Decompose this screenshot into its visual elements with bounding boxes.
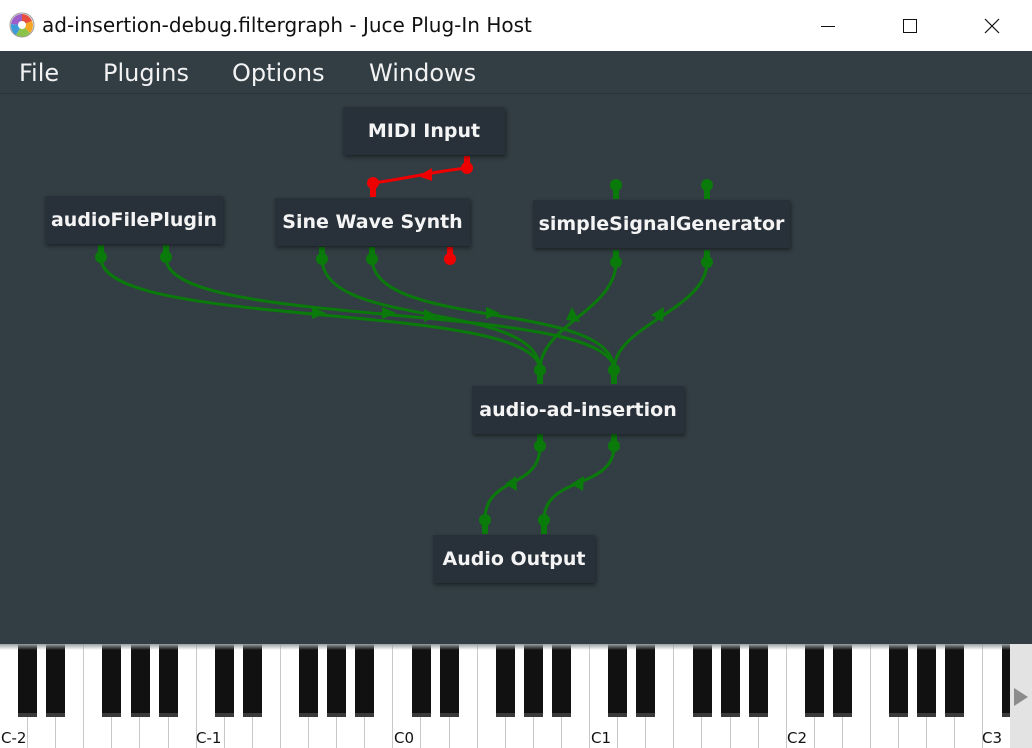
node-sine-wave-synth[interactable]: Sine Wave Synth (275, 198, 470, 246)
black-key[interactable] (242, 644, 262, 717)
black-key[interactable] (46, 644, 66, 717)
menu-bar: File Plugins Options Windows (0, 51, 1032, 94)
black-key[interactable] (889, 644, 909, 717)
black-key[interactable] (945, 644, 965, 717)
node-audio-output[interactable]: Audio Output (433, 535, 595, 583)
black-key[interactable] (130, 644, 150, 717)
black-key[interactable] (214, 644, 234, 717)
black-key[interactable] (158, 644, 178, 717)
close-icon (984, 18, 1000, 33)
maximize-icon (903, 18, 917, 33)
menu-plugins[interactable]: Plugins (103, 59, 189, 87)
close-button[interactable] (952, 0, 1032, 51)
node-simple-signal-generator[interactable]: simpleSignalGenerator (533, 200, 790, 248)
chevron-right-icon (1014, 688, 1028, 706)
black-key[interactable] (833, 644, 852, 717)
black-key[interactable] (327, 644, 347, 717)
maximize-button[interactable] (870, 0, 950, 51)
flow-arrow-icon (571, 476, 584, 491)
octave-label: C2 (787, 729, 808, 747)
black-key[interactable] (748, 644, 768, 717)
node-audio-ad-insertion[interactable]: audio-ad-insertion (472, 386, 684, 434)
window-title: ad-insertion-debug.filtergraph - Juce Pl… (42, 13, 532, 37)
black-key[interactable] (523, 644, 543, 717)
black-key[interactable] (411, 644, 431, 717)
black-key[interactable] (439, 644, 459, 717)
minimize-icon (821, 25, 835, 27)
flow-arrow-icon (566, 307, 580, 322)
midi-keyboard[interactable]: C-2 C-1 C0 C1 C2 C3 (0, 644, 1032, 748)
black-key[interactable] (636, 644, 656, 717)
keyboard-scroll-right-button[interactable] (1010, 644, 1032, 748)
black-key[interactable] (917, 644, 937, 717)
black-key[interactable] (495, 644, 515, 717)
minimize-button[interactable] (788, 0, 868, 51)
node-midi-input[interactable]: MIDI Input (343, 107, 505, 155)
black-key[interactable] (102, 644, 122, 717)
juce-app-icon (9, 12, 35, 38)
flow-arrow-icon (486, 307, 500, 319)
octave-label: C1 (591, 729, 612, 747)
black-key[interactable] (18, 644, 38, 717)
octave-label: C0 (394, 729, 415, 747)
octave-label: C3 (982, 729, 1003, 747)
black-key[interactable] (299, 644, 319, 717)
menu-options[interactable]: Options (232, 59, 325, 87)
node-audio-file-plugin[interactable]: audioFilePlugin (45, 196, 223, 244)
black-key[interactable] (552, 644, 571, 717)
black-key[interactable] (608, 644, 628, 717)
octave-label: C-2 (1, 729, 27, 747)
flow-arrow-icon (505, 476, 517, 491)
menu-file[interactable]: File (19, 59, 59, 87)
filter-graph-canvas[interactable]: MIDI Input audioFilePlugin Sine Wave Syn… (0, 94, 1032, 644)
black-key[interactable] (692, 644, 712, 717)
black-key[interactable] (720, 644, 740, 717)
black-key[interactable] (355, 644, 375, 717)
menu-windows[interactable]: Windows (369, 59, 476, 87)
title-bar: ad-insertion-debug.filtergraph - Juce Pl… (0, 0, 1032, 51)
black-key[interactable] (804, 644, 824, 717)
octave-label: C-1 (196, 729, 222, 747)
